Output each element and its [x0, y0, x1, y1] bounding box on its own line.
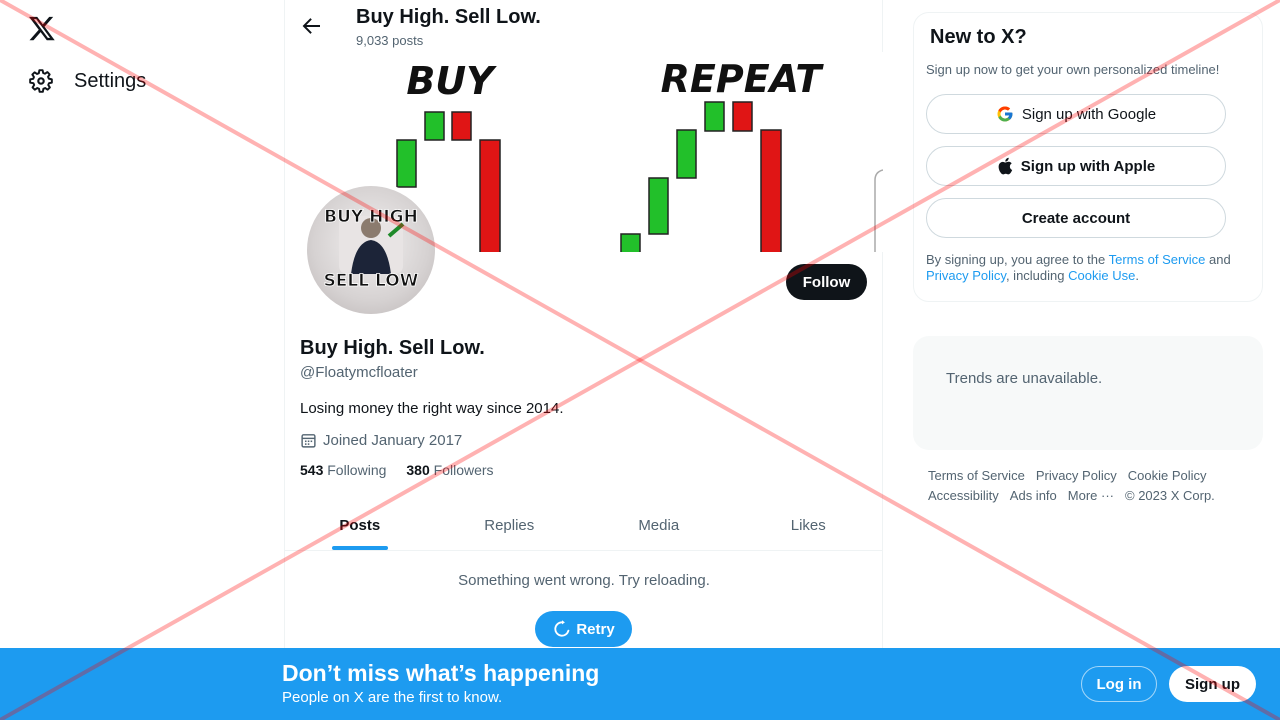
bottom-bar-title: Don’t miss what’s happening [282, 660, 600, 686]
avatar-image: BUY HIGH SELL LOW [323, 207, 419, 292]
retry-label: Retry [576, 620, 615, 638]
header-post-count: 9,033 posts [356, 33, 424, 48]
cookie-use-link[interactable]: Cookie Use [1068, 268, 1135, 283]
footer-privacy-link[interactable]: Privacy Policy [1036, 466, 1117, 486]
tab-likes-label: Likes [790, 516, 826, 534]
profile-joined: Joined January 2017 [300, 432, 462, 449]
bottom-signup-bar: Don’t miss what’s happening People on X … [0, 648, 1280, 720]
profile-joined-text: Joined January 2017 [323, 432, 463, 449]
profile-column: Buy High. Sell Low. 9,033 posts BUY REPE… [284, 0, 883, 720]
nav-settings-label: Settings [74, 69, 147, 92]
following-link[interactable]: 543 Following [300, 462, 386, 478]
profile-display-name: Buy High. Sell Low. [300, 337, 485, 359]
left-navigation: Settings [0, 0, 284, 720]
nav-settings[interactable]: Settings [28, 68, 146, 94]
following-count: 543 [300, 462, 324, 478]
refresh-icon [554, 620, 570, 637]
footer-cookie-link[interactable]: Cookie Policy [1128, 466, 1207, 486]
calendar-icon [301, 434, 316, 448]
footer-ads-link[interactable]: Ads info [1010, 486, 1057, 506]
gear-icon [29, 69, 53, 93]
x-logo-icon[interactable] [28, 14, 56, 42]
trends-unavailable-text: Trends are unavailable. [946, 370, 1103, 387]
followers-link[interactable]: 380 Followers [406, 462, 493, 478]
candle-green [648, 177, 669, 235]
create-account-button[interactable]: Create account [926, 198, 1226, 238]
candle-green [704, 101, 725, 132]
footer-more-link[interactable]: More ··· [1068, 486, 1114, 506]
footer-links: Terms of Service Privacy Policy Cookie P… [928, 466, 1258, 506]
footer-terms-link[interactable]: Terms of Service [928, 466, 1025, 486]
back-arrow-icon[interactable] [299, 14, 323, 38]
profile-bio: Losing money the right way since 2014. [300, 400, 564, 417]
header-title: Buy High. Sell Low. [356, 6, 541, 28]
active-tab-indicator [331, 546, 388, 550]
signup-apple-button[interactable]: Sign up with Apple [926, 146, 1226, 186]
avatar-text-bottom: SELL LOW [324, 271, 419, 291]
followers-label: Followers [433, 462, 494, 478]
candle-red [451, 111, 472, 141]
following-label: Following [327, 462, 387, 478]
legal-prefix: By signing up, you agree to the [926, 252, 1109, 267]
create-account-label: Create account [1021, 209, 1131, 227]
follow-button[interactable]: Follow [786, 264, 867, 300]
signup-google-label: Sign up with Google [1021, 105, 1157, 123]
legal-and: and [1205, 252, 1231, 267]
signup-panel-title: New to X? [930, 26, 1027, 48]
tab-replies-label: Replies [484, 516, 535, 534]
followers-count: 380 [406, 462, 430, 478]
avatar-text-top: BUY HIGH [324, 207, 418, 227]
banner-right-word: REPEAT [661, 57, 825, 101]
profile-handle: @Floatymcfloater [300, 364, 418, 381]
candle-red [732, 101, 753, 132]
google-icon [997, 106, 1013, 122]
profile-tabs: Posts Replies Media Likes [285, 500, 883, 551]
candle-green [396, 139, 417, 188]
login-button[interactable]: Log in [1081, 666, 1157, 702]
trends-panel: Trends are unavailable. [913, 336, 1263, 450]
profile-stats: 543 Following 380 Followers [300, 462, 494, 478]
privacy-policy-link[interactable]: Privacy Policy [926, 268, 1006, 283]
signup-google-button[interactable]: Sign up with Google [926, 94, 1226, 134]
tab-replies[interactable]: Replies [435, 500, 585, 550]
candle-green [424, 111, 445, 141]
tab-posts-label: Posts [339, 516, 381, 534]
signup-panel-subtitle: Sign up now to get your own personalized… [926, 62, 1220, 77]
candle-red [479, 139, 501, 252]
tab-posts[interactable]: Posts [285, 500, 435, 550]
banner-scroll-edge [874, 169, 883, 252]
signup-button[interactable]: Sign up [1169, 666, 1256, 702]
legal-including: , including [1005, 268, 1069, 283]
profile-header-bar: Buy High. Sell Low. 9,033 posts [285, 0, 882, 52]
candle-green [620, 233, 641, 252]
legal-end: . [1135, 268, 1139, 283]
footer-accessibility-link[interactable]: Accessibility [928, 486, 999, 506]
candle-green [676, 129, 697, 179]
tab-media-label: Media [638, 516, 680, 534]
signup-apple-label: Sign up with Apple [1020, 157, 1156, 175]
signup-legal-text: By signing up, you agree to the Terms of… [926, 252, 1246, 284]
feed-error-message: Something went wrong. Try reloading. [458, 572, 710, 589]
signup-panel: New to X? Sign up now to get your own pe… [913, 12, 1263, 302]
bottom-bar-subtitle: People on X are the first to know. [282, 689, 503, 706]
tab-media[interactable]: Media [584, 500, 734, 550]
footer-copyright: © 2023 X Corp. [1125, 488, 1215, 503]
banner-left-word: BUY [406, 59, 497, 103]
retry-button[interactable]: Retry [535, 611, 632, 647]
tab-likes[interactable]: Likes [734, 500, 884, 550]
terms-of-service-link[interactable]: Terms of Service [1109, 252, 1206, 267]
profile-avatar[interactable]: BUY HIGH SELL LOW [303, 182, 439, 318]
candle-red [760, 129, 782, 252]
apple-icon [998, 157, 1012, 175]
